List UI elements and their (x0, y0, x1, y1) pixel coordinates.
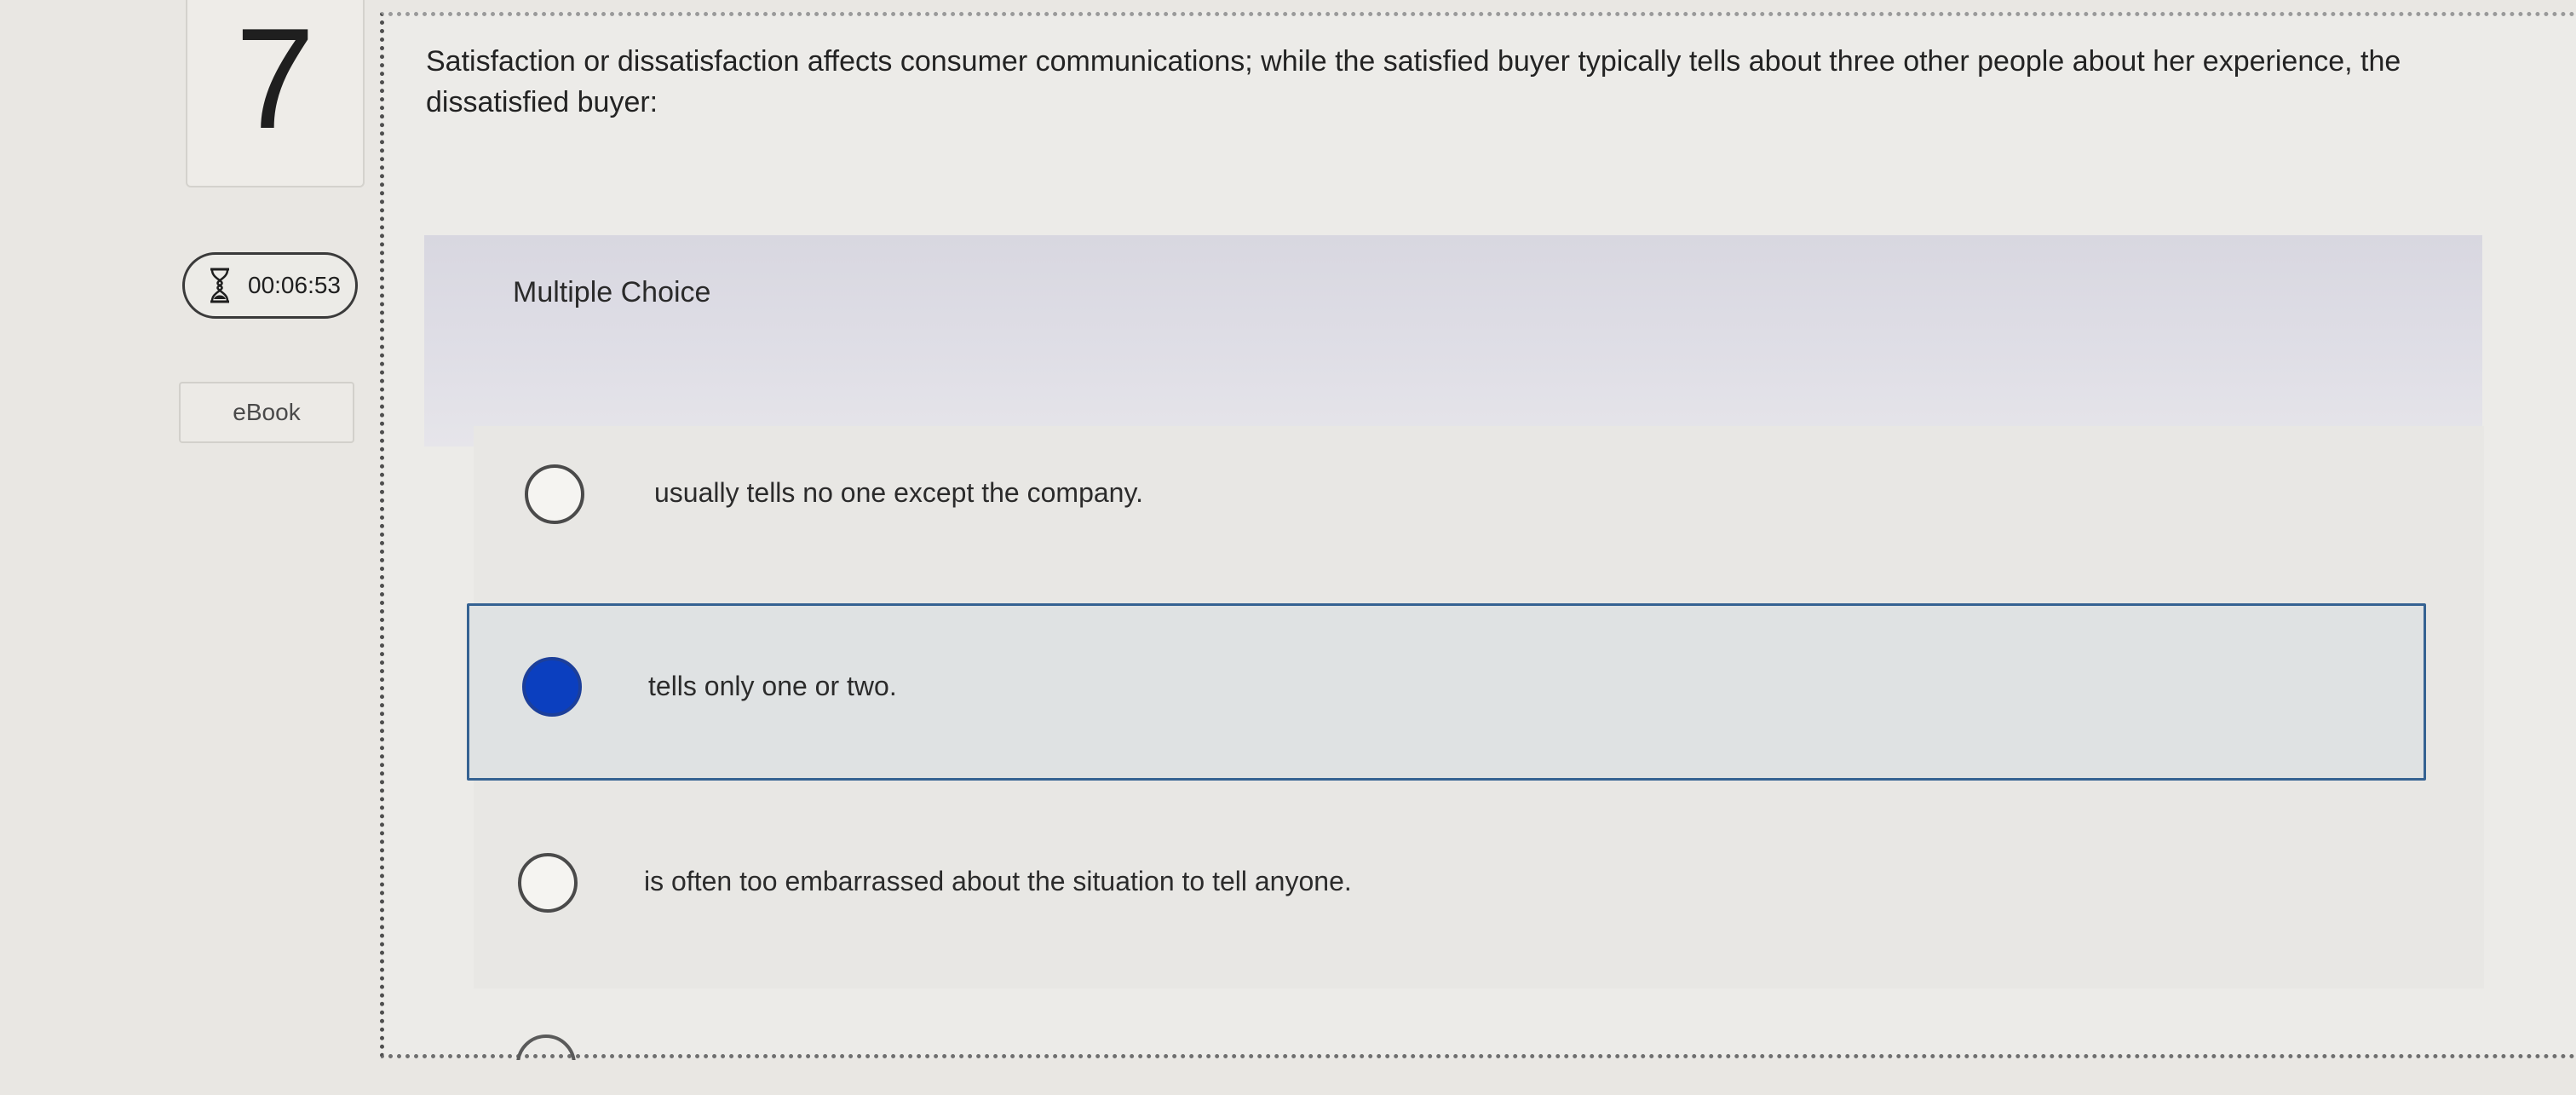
answer-option-3[interactable]: is often too embarrassed about the situa… (474, 823, 2177, 942)
timer-value: 00:06:53 (248, 272, 341, 298)
ebook-button[interactable]: eBook (179, 382, 354, 443)
question-type-label: Multiple Choice (513, 276, 711, 308)
radio-button-unselected[interactable] (525, 464, 584, 524)
answer-option-label: usually tells no one except the company. (654, 477, 1143, 508)
answer-option-label: tells only one or two. (648, 671, 897, 701)
radio-button-unselected[interactable] (518, 853, 578, 913)
radio-button-selected[interactable] (522, 657, 582, 717)
radio-button-partially-visible[interactable] (516, 1034, 576, 1060)
hourglass-icon (210, 268, 229, 303)
choice-header (424, 235, 2482, 447)
answer-option-2-selected[interactable]: tells only one or two. (467, 603, 2426, 781)
timer[interactable]: 00:06:53 (182, 252, 358, 319)
answer-option-label: is often too embarrassed about the situa… (644, 866, 1352, 896)
question-number-box: 7 (186, 0, 365, 187)
question-text: Satisfaction or dissatisfaction affects … (426, 45, 2401, 118)
answer-option-1[interactable]: usually tells no one except the company. (474, 435, 2177, 554)
question-number: 7 (235, 0, 315, 158)
